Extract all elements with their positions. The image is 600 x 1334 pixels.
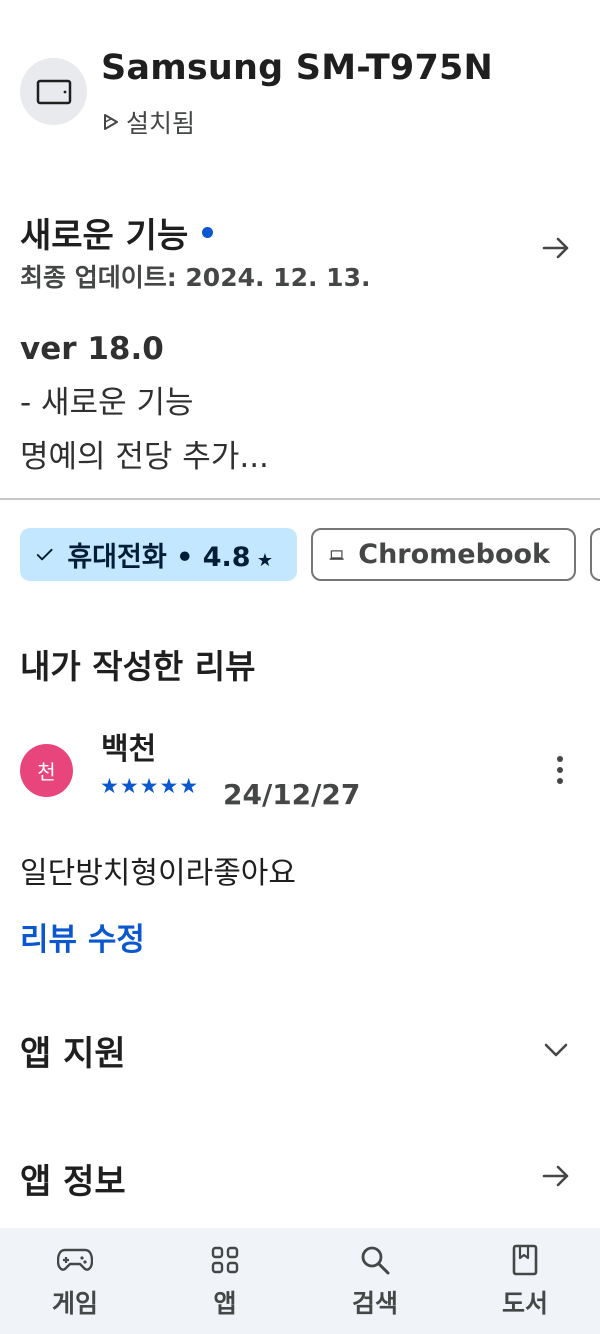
release-notes: ver 18.0 - 새로운 기능 명예의 전당 추가... — [20, 322, 269, 484]
release-note-line: 명예의 전당 추가... — [20, 439, 269, 475]
gamepad-icon — [55, 1240, 95, 1280]
install-status-label: 설치됨 — [126, 109, 196, 138]
app-info-arrow-button[interactable] — [536, 1156, 576, 1196]
check-icon — [36, 548, 53, 560]
review-text: 일단방치형이라좋아요 — [20, 856, 296, 891]
app-support-row[interactable]: 앱 지원 — [0, 1010, 600, 1090]
chip-phone[interactable]: 휴대전화 • 4.8 ★ — [20, 528, 297, 581]
expand-button[interactable] — [536, 1030, 576, 1070]
chip-chromebook-label: Chromebook — [358, 539, 550, 570]
nav-books-label: 도서 — [501, 1289, 548, 1318]
nav-games-label: 게임 — [51, 1289, 98, 1318]
chip-more[interactable] — [590, 528, 600, 581]
divider — [0, 498, 600, 500]
whats-new-title-text: 새로운 기능 — [20, 216, 189, 256]
chip-phone-label: 휴대전화 • 4.8 ★ — [67, 542, 273, 573]
bottom-navigation: 게임 앱 검색 도서 — [0, 1228, 600, 1334]
book-icon — [505, 1240, 545, 1280]
nav-games[interactable]: 게임 — [0, 1228, 150, 1334]
last-updated: 최종 업데이트: 2024. 12. 13. — [20, 263, 371, 292]
dot — [557, 778, 563, 784]
reviewer-name: 백천 — [101, 732, 157, 767]
whats-new-arrow-button[interactable] — [536, 228, 576, 268]
chevron-down-icon — [544, 1043, 568, 1057]
app-support-title: 앱 지원 — [20, 1034, 126, 1074]
dot — [557, 767, 563, 773]
edit-review-link[interactable]: 리뷰 수정 — [20, 914, 145, 959]
more-options-button[interactable] — [544, 750, 576, 790]
search-icon — [355, 1240, 395, 1280]
avatar: 천 — [20, 744, 73, 797]
chip-chromebook[interactable]: Chromebook — [311, 528, 576, 581]
star-icon: ★ — [250, 550, 273, 571]
my-review-title: 내가 작성한 리뷰 — [20, 647, 256, 686]
play-outline-icon — [104, 114, 118, 130]
dot — [557, 756, 563, 762]
device-filter-chips: 휴대전화 • 4.8 ★ Chromebook — [20, 528, 600, 581]
review-header: 천 백천 ★★★★★ 24/12/27 — [20, 720, 580, 820]
device-name: Samsung SM-T975N — [101, 48, 494, 88]
nav-search[interactable]: 검색 — [300, 1228, 450, 1334]
arrow-right-icon — [542, 1165, 569, 1187]
nav-apps[interactable]: 앱 — [150, 1228, 300, 1334]
arrow-right-icon — [542, 237, 569, 259]
star-rating: ★★★★★ — [100, 774, 200, 798]
app-info-title: 앱 정보 — [20, 1162, 126, 1202]
device-header: Samsung SM-T975N 설치됨 — [20, 44, 580, 144]
laptop-icon — [329, 549, 344, 560]
whats-new-section[interactable]: 새로운 기능 최종 업데이트: 2024. 12. 13. — [0, 200, 600, 300]
release-version: ver 18.0 — [20, 331, 164, 367]
tablet-icon — [20, 58, 87, 125]
nav-search-label: 검색 — [351, 1289, 398, 1318]
app-info-row[interactable]: 앱 정보 — [0, 1138, 600, 1218]
review-date: 24/12/27 — [223, 778, 361, 811]
install-status: 설치됨 — [102, 104, 195, 140]
nav-apps-label: 앱 — [213, 1289, 237, 1318]
whats-new-title: 새로운 기능 — [20, 208, 214, 257]
new-indicator-dot — [202, 227, 214, 238]
nav-books[interactable]: 도서 — [450, 1228, 600, 1334]
apps-grid-icon — [205, 1240, 245, 1280]
release-note-line: - 새로운 기능 — [20, 385, 194, 421]
